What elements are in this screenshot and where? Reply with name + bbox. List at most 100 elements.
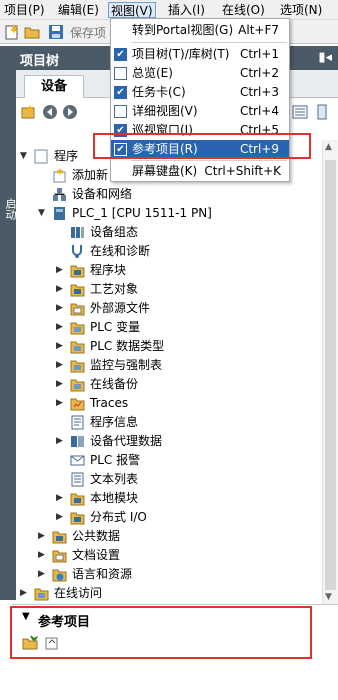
open-project-icon[interactable]	[24, 24, 40, 40]
tree-label: 监控与强制表	[90, 358, 163, 372]
tree-row-devices-networks[interactable]: 设备和网络	[16, 185, 322, 204]
expand-arrow-icon[interactable]: ▶	[56, 375, 66, 394]
program-info-icon	[71, 415, 84, 430]
menu-insert[interactable]: 插入(I)	[166, 2, 207, 18]
collapse-panel-icon[interactable]: ▮◂	[318, 50, 332, 65]
expand-arrow-icon[interactable]: ▶	[56, 337, 66, 356]
folder-icon	[70, 379, 85, 392]
expand-arrow-icon[interactable]: ▶	[56, 489, 66, 508]
menu-project[interactable]: 项目(P)	[2, 2, 47, 18]
menu-item-overview[interactable]: 总览(E) Ctrl+2	[111, 64, 289, 83]
tree-row-plc-alarms[interactable]: PLC 报警	[16, 451, 322, 470]
expand-arrow-icon[interactable]: ▶	[56, 280, 66, 299]
tree-label: 程序块	[90, 263, 127, 277]
expand-arrow-icon[interactable]: ▶	[56, 261, 66, 280]
add-item-icon[interactable]	[20, 104, 36, 120]
expand-arrow-icon[interactable]: ▶	[20, 584, 30, 603]
folder-icon	[70, 284, 85, 297]
menu-separator	[131, 160, 287, 161]
save-button[interactable]: 保存项	[70, 24, 106, 41]
tree-row-local-modules[interactable]: ▶ 本地模块	[16, 489, 322, 508]
checkbox-checked-icon: ✔	[114, 48, 127, 61]
tree-label: 设备组态	[90, 225, 139, 239]
expand-arrow-icon[interactable]: ▼	[20, 147, 30, 166]
tree-row-online-diagnostics[interactable]: 在线和诊断	[16, 242, 322, 261]
tab-devices[interactable]: 设备	[24, 75, 84, 98]
tree-label: 在线备份	[90, 377, 139, 391]
expand-arrow-icon[interactable]: ▶	[56, 394, 66, 413]
expand-arrow-icon[interactable]: ▶	[56, 432, 66, 451]
tree-label: 公共数据	[72, 529, 121, 543]
menu-item-label: 任务卡(C)	[132, 85, 186, 99]
tree-row-technology-objects[interactable]: ▶ 工艺对象	[16, 280, 322, 299]
tree-row-plc-data-types[interactable]: ▶ PLC 数据类型	[16, 337, 322, 356]
plc-icon	[54, 207, 65, 220]
menu-item-screen-keyboard[interactable]: 屏幕键盘(K) Ctrl+Shift+K	[111, 162, 289, 181]
network-icon	[53, 188, 66, 201]
scroll-up-icon[interactable]: ▲	[325, 142, 332, 152]
folder-icon	[70, 322, 85, 335]
diagnostics-icon	[72, 245, 82, 258]
folder-icon	[52, 550, 67, 563]
menu-item-shortcut: Alt+F7	[238, 23, 279, 37]
tree-row-traces[interactable]: ▶ Traces	[16, 394, 322, 413]
tree-label: PLC 数据类型	[90, 339, 165, 353]
tree-row-plc-tags[interactable]: ▶ PLC 变量	[16, 318, 322, 337]
tree-row-text-lists[interactable]: 文本列表	[16, 470, 322, 489]
menu-bar: 项目(P) 编辑(E) 视图(V) 插入(I) 在线(O) 选项(N)	[0, 0, 338, 20]
menu-edit[interactable]: 编辑(E)	[56, 2, 101, 18]
folder-icon	[70, 265, 85, 278]
tree-label: 设备代理数据	[90, 434, 163, 448]
folder-icon	[70, 360, 85, 373]
vertical-scrollbar[interactable]: ▲ ▼	[322, 140, 338, 604]
tree-label: 在线和诊断	[90, 244, 151, 258]
back-icon[interactable]	[42, 104, 58, 120]
menu-item-label: 详细视图(V)	[132, 104, 198, 118]
expand-arrow-icon[interactable]: ▶	[38, 565, 48, 584]
menu-options[interactable]: 选项(N)	[278, 2, 324, 18]
tree-label: 语言和资源	[72, 567, 133, 581]
scrollbar-thumb[interactable]	[325, 160, 336, 590]
expand-arrow-icon[interactable]: ▶	[56, 356, 66, 375]
tree-row-watch-force-tables[interactable]: ▶ 监控与强制表	[16, 356, 322, 375]
tree-row-program-info[interactable]: 程序信息	[16, 413, 322, 432]
menu-item-shortcut: Ctrl+Shift+K	[204, 164, 281, 178]
side-rail: 启动	[0, 70, 17, 600]
menu-item-goto-portal[interactable]: 转到Portal视图(G) Alt+F7	[111, 21, 289, 40]
tree-label: 程序信息	[90, 415, 139, 429]
forward-icon[interactable]	[62, 104, 78, 120]
tree-row-device-proxy-data[interactable]: ▶ 设备代理数据	[16, 432, 322, 451]
save-icon[interactable]	[48, 24, 64, 40]
tree-label: 分布式 I/O	[90, 510, 147, 524]
tree-row-online-backups[interactable]: ▶ 在线备份	[16, 375, 322, 394]
new-project-icon[interactable]	[4, 24, 20, 40]
tree-row-online-access[interactable]: ▶ 在线访问	[16, 584, 322, 603]
expand-arrow-icon[interactable]: ▶	[56, 508, 66, 527]
expand-icon[interactable]	[314, 104, 330, 120]
tree-row-document-settings[interactable]: ▶ 文档设置	[16, 546, 322, 565]
scroll-down-icon[interactable]: ▼	[325, 592, 332, 602]
menu-view[interactable]: 视图(V)	[108, 2, 156, 18]
menu-item-shortcut: Ctrl+4	[239, 104, 279, 118]
tree-row-common-data[interactable]: ▶ 公共数据	[16, 527, 322, 546]
expand-arrow-icon[interactable]: ▶	[56, 299, 66, 318]
overview-icon[interactable]	[292, 104, 308, 120]
tree-row-external-sources[interactable]: ▶ 外部源文件	[16, 299, 322, 318]
expand-arrow-icon[interactable]: ▶	[38, 527, 48, 546]
menu-item-project-tree[interactable]: ✔ 项目树(T)/库树(T) Ctrl+1	[111, 45, 289, 64]
tree-row-device-config[interactable]: 设备组态	[16, 223, 322, 242]
expand-arrow-icon[interactable]: ▶	[56, 318, 66, 337]
tree-row-distributed-io[interactable]: ▶ 分布式 I/O	[16, 508, 322, 527]
expand-arrow-icon[interactable]: ▼	[38, 204, 48, 223]
menu-item-task-cards[interactable]: ✔ 任务卡(C) Ctrl+3	[111, 83, 289, 102]
expand-arrow-icon[interactable]: ▶	[38, 546, 48, 565]
tree-label: 文本列表	[90, 472, 139, 486]
menu-item-shortcut: Ctrl+1	[239, 47, 279, 61]
menu-item-detail-view[interactable]: 详细视图(V) Ctrl+4	[111, 102, 289, 121]
tree-row-languages-resources[interactable]: ▶ 语言和资源	[16, 565, 322, 584]
tree-row-plc[interactable]: ▼ PLC_1 [CPU 1511-1 PN]	[16, 204, 322, 223]
menu-item-label: 项目树(T)/库树(T)	[132, 47, 230, 61]
tree-row-program-blocks[interactable]: ▶ 程序块	[16, 261, 322, 280]
tree-label: 工艺对象	[90, 282, 139, 296]
menu-online[interactable]: 在线(O)	[220, 2, 267, 18]
